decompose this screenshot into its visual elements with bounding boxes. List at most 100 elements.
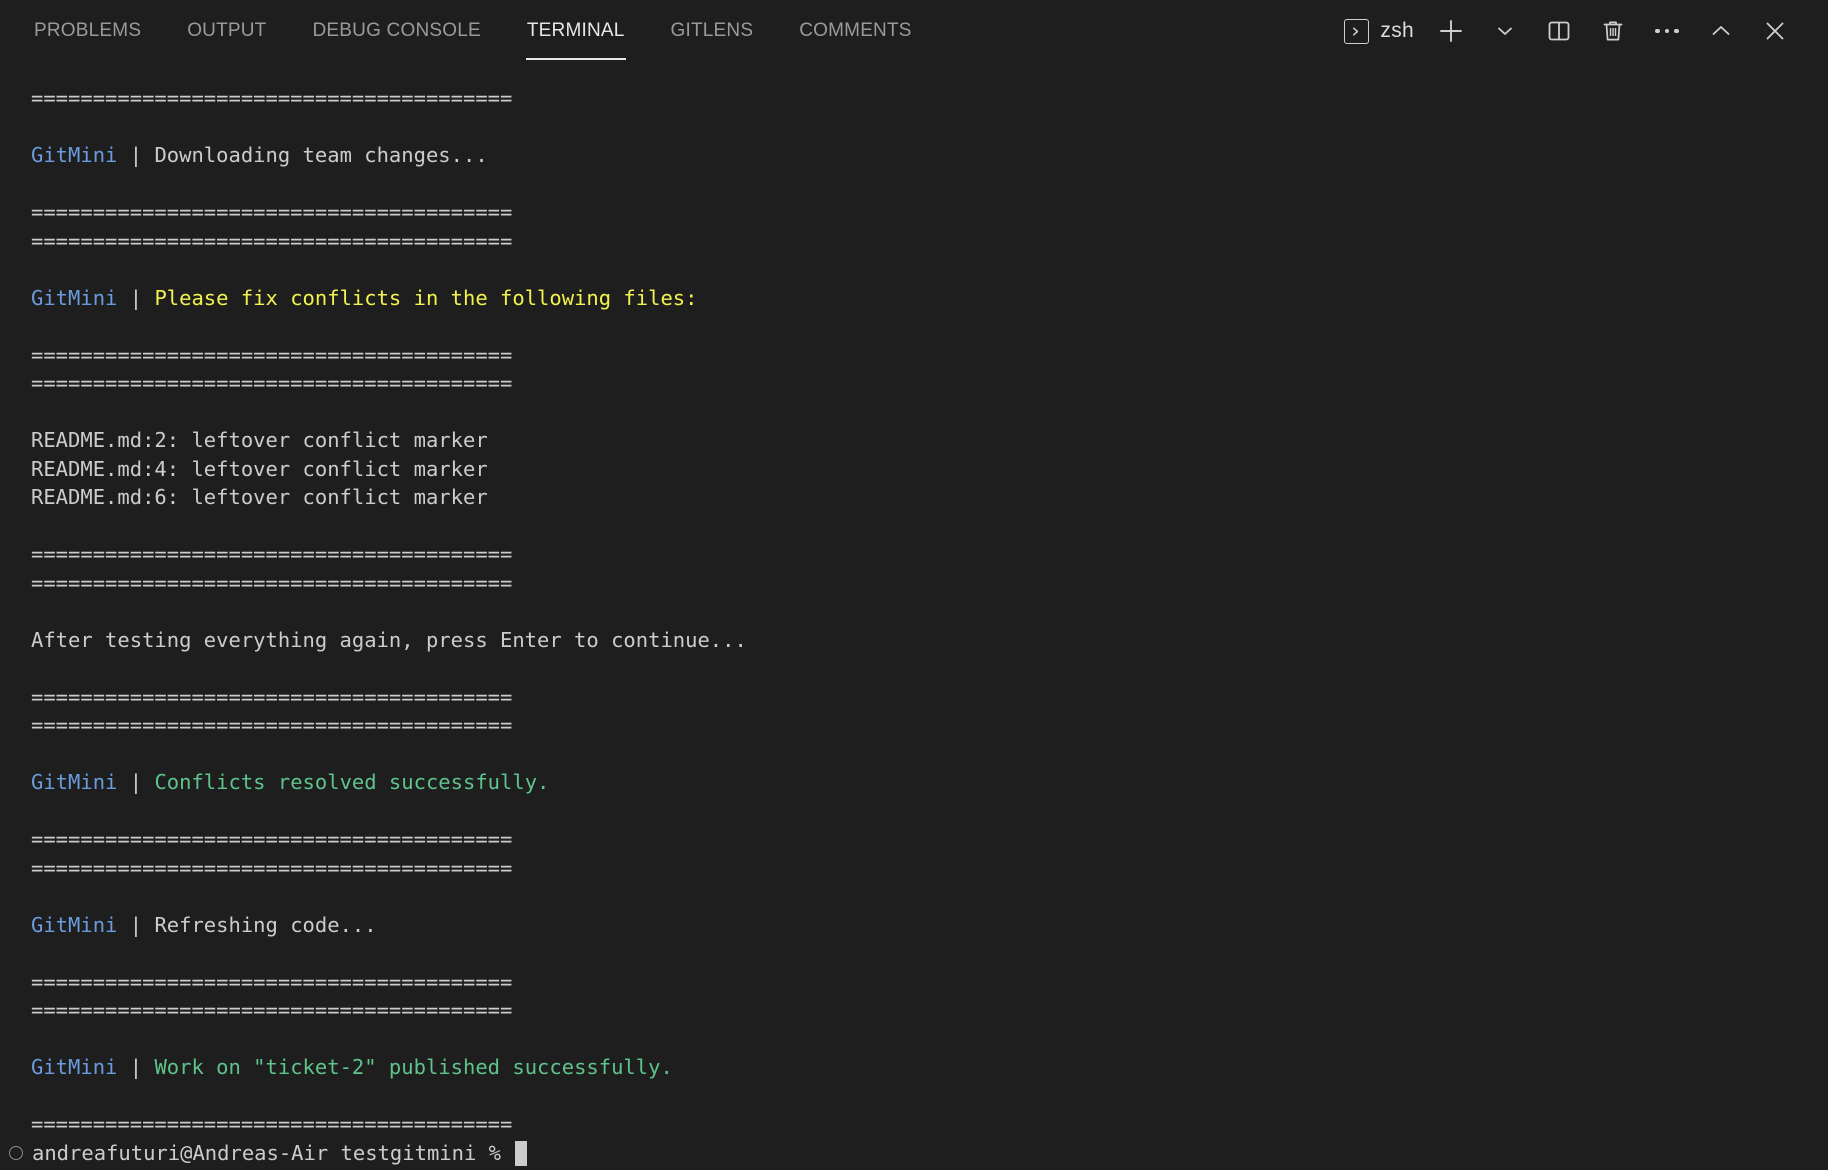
- tag-separator: |: [117, 143, 155, 167]
- tab-gitlens[interactable]: GITLENS: [648, 0, 777, 62]
- new-terminal-dropdown-button[interactable]: [1478, 11, 1532, 51]
- terminal-separator-line: =======================================: [31, 996, 1828, 1025]
- separator-text: =======================================: [31, 998, 513, 1022]
- shell-integration-circle-icon: [9, 1146, 23, 1160]
- terminal-output: ======================================= …: [0, 84, 1828, 1139]
- tab-label: COMMENTS: [799, 20, 912, 41]
- terminal-separator-line: =======================================: [31, 227, 1828, 256]
- tab-output[interactable]: OUTPUT: [164, 0, 289, 62]
- terminal-viewport[interactable]: ======================================= …: [0, 62, 1828, 1170]
- terminal-separator-line: =======================================: [31, 825, 1828, 854]
- terminal-prompt-row[interactable]: andreafuturi@Andreas-Air testgitmini %: [0, 1136, 1828, 1170]
- tab-label: TERMINAL: [526, 20, 625, 41]
- tab-label: PROBLEMS: [34, 20, 142, 41]
- separator-text: =======================================: [31, 570, 513, 595]
- tag-separator: |: [117, 285, 155, 310]
- terminal-plain-line: After testing everything again, press En…: [31, 626, 1828, 655]
- tab-problems[interactable]: PROBLEMS: [34, 0, 164, 62]
- split-panel-icon: [1546, 18, 1572, 44]
- prompt-text: andreafuturi@Andreas-Air testgitmini %: [32, 1141, 514, 1165]
- terminal-separator-line: =======================================: [31, 968, 1828, 997]
- close-icon: [1762, 18, 1788, 44]
- message-text: Refreshing code...: [154, 912, 377, 937]
- message-text: README.md:2: leftover conflict marker: [31, 428, 488, 452]
- separator-text: =======================================: [31, 542, 513, 566]
- trash-icon: [1600, 18, 1626, 44]
- terminal-separator-line: =======================================: [31, 711, 1828, 740]
- tab-label: GITLENS: [670, 20, 754, 41]
- close-panel-button[interactable]: [1748, 11, 1802, 51]
- new-terminal-button[interactable]: [1424, 11, 1478, 51]
- separator-text: =======================================: [31, 342, 513, 367]
- tag-separator: |: [117, 912, 155, 937]
- terminal-separator-line: =======================================: [31, 569, 1828, 598]
- separator-text: =======================================: [31, 86, 513, 110]
- gitmini-tag: GitMini: [31, 285, 118, 310]
- shell-name-label: zsh: [1380, 19, 1414, 42]
- plus-icon: [1437, 17, 1465, 45]
- terminal-plain-line: README.md:6: leftover conflict marker: [31, 483, 1828, 512]
- active-terminal-chip[interactable]: zsh: [1340, 11, 1424, 51]
- message-text: After testing everything again, press En…: [31, 627, 747, 652]
- split-terminal-button[interactable]: [1532, 11, 1586, 51]
- terminal-panel: PROBLEMS OUTPUT DEBUG CONSOLE TERMINAL GITLE…: [0, 0, 1828, 1170]
- kill-terminal-button[interactable]: [1586, 11, 1640, 51]
- separator-text: =======================================: [31, 969, 513, 994]
- separator-text: =======================================: [31, 1112, 513, 1136]
- separator-text: =======================================: [31, 684, 513, 709]
- terminal-separator-line: =======================================: [31, 683, 1828, 712]
- message-text: Conflicts resolved successfully.: [154, 770, 550, 794]
- message-text: Please fix conflicts in the following fi…: [154, 285, 698, 310]
- tab-comments[interactable]: COMMENTS: [776, 0, 934, 62]
- separator-text: =======================================: [31, 228, 513, 253]
- panel-actions: zsh: [1340, 0, 1806, 62]
- terminal-separator-line: =======================================: [31, 341, 1828, 370]
- ellipsis-icon: [1655, 28, 1679, 34]
- terminal-separator-line: =======================================: [31, 84, 1828, 113]
- more-actions-button[interactable]: [1640, 11, 1694, 51]
- panel-tab-list: PROBLEMS OUTPUT DEBUG CONSOLE TERMINAL GITLE…: [0, 0, 935, 62]
- terminal-separator-line: =======================================: [31, 198, 1828, 227]
- tag-separator: |: [117, 1055, 155, 1079]
- tab-terminal[interactable]: TERMINAL: [504, 0, 648, 62]
- tab-label: OUTPUT: [187, 20, 267, 41]
- separator-text: =======================================: [31, 200, 513, 224]
- message-text: README.md:6: leftover conflict marker: [31, 485, 488, 509]
- separator-text: =======================================: [31, 855, 513, 880]
- message-text: Downloading team changes...: [154, 143, 488, 167]
- message-text: Work on "ticket-2" published successfull…: [154, 1055, 673, 1079]
- terminal-separator-line: =======================================: [31, 540, 1828, 569]
- maximize-panel-button[interactable]: [1694, 11, 1748, 51]
- tab-label: DEBUG CONSOLE: [312, 20, 481, 41]
- tag-separator: |: [117, 770, 155, 794]
- chevron-down-icon: [1494, 20, 1516, 42]
- gitmini-tag: GitMini: [31, 912, 118, 937]
- separator-text: =======================================: [31, 827, 513, 851]
- tab-debug-console[interactable]: DEBUG CONSOLE: [290, 0, 504, 62]
- terminal-plain-line: README.md:2: leftover conflict marker: [31, 426, 1828, 455]
- terminal-message-line: GitMini | Conflicts resolved successfull…: [31, 768, 1828, 797]
- chevron-up-icon: [1708, 18, 1734, 44]
- terminal-separator-line: =======================================: [31, 854, 1828, 883]
- terminal-plain-line: README.md:4: leftover conflict marker: [31, 455, 1828, 484]
- terminal-message-line: GitMini | Downloading team changes...: [31, 141, 1828, 170]
- gitmini-tag: GitMini: [31, 1055, 118, 1079]
- terminal-separator-line: =======================================: [31, 369, 1828, 398]
- terminal-message-line: GitMini | Work on "ticket-2" published s…: [31, 1053, 1828, 1082]
- gitmini-tag: GitMini: [31, 770, 118, 794]
- terminal-message-line: GitMini | Refreshing code...: [31, 911, 1828, 940]
